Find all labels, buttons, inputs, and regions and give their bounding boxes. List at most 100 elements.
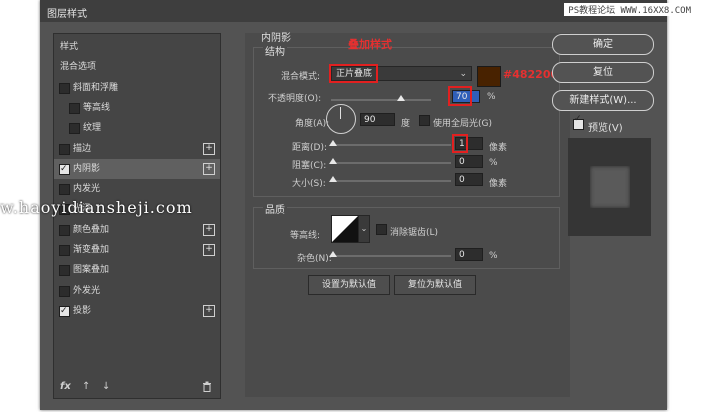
style-list-item[interactable]: 内发光	[54, 179, 220, 199]
choke-input[interactable]: 0	[455, 155, 483, 168]
add-effect-icon[interactable]: +	[203, 223, 215, 236]
style-list-item[interactable]: 斜面和浮雕	[54, 78, 220, 98]
angle-dial[interactable]	[326, 104, 356, 134]
choke-label: 阻塞(C):	[292, 161, 327, 171]
size-slider[interactable]	[331, 180, 451, 182]
style-list-label: 内阴影	[73, 163, 101, 174]
style-list-item[interactable]: 混合选项	[54, 57, 220, 77]
style-list-item[interactable]: 内阴影 +	[54, 158, 220, 179]
reset-default-button[interactable]: 复位为默认值	[394, 275, 476, 295]
move-up-icon[interactable]: ↑	[82, 381, 90, 392]
new-style-button[interactable]: 新建样式(W)...	[552, 90, 654, 111]
distance-slider[interactable]	[331, 144, 451, 146]
style-list-item[interactable]: 颜色叠加 +	[54, 220, 220, 240]
styles-list-toolbar: fx ↑ ↓	[54, 380, 220, 398]
shadow-color-swatch[interactable]	[477, 66, 501, 87]
style-list-label: 投影	[73, 305, 92, 316]
choke-unit: %	[489, 158, 498, 168]
ok-button[interactable]: 确定	[552, 34, 654, 55]
style-list-item[interactable]: 描边 +	[54, 139, 220, 159]
site-watermark-top: PS教程论坛 WWW.16XX8.COM	[564, 3, 695, 16]
style-list-label: 混合选项	[60, 62, 97, 73]
anti-alias-checkbox[interactable]	[376, 224, 387, 235]
style-list-item[interactable]: 纹理	[54, 118, 220, 138]
preview-label: 预览(V)	[588, 123, 623, 134]
site-watermark: w.haoyidiansheji.com	[0, 198, 193, 217]
style-list-label: 纹理	[83, 123, 102, 134]
style-list-label: 渐变叠加	[73, 245, 110, 255]
opacity-label: 不透明度(O):	[268, 94, 322, 104]
quality-title: 品质	[263, 201, 287, 216]
style-list-item[interactable]: 投影 +	[54, 301, 220, 321]
size-slider-thumb[interactable]	[329, 176, 337, 182]
choke-slider[interactable]	[331, 162, 451, 164]
size-input[interactable]: 0	[455, 173, 483, 186]
style-list-item[interactable]: 等高线	[54, 98, 220, 118]
noise-label: 杂色(N):	[297, 254, 332, 264]
blend-mode-label: 混合模式:	[281, 72, 321, 82]
distance-unit: 像素	[489, 143, 508, 153]
noise-slider-thumb[interactable]	[329, 251, 337, 257]
opacity-slider-thumb[interactable]	[397, 95, 405, 101]
inner-shadow-settings: 内阴影 结构 叠加样式 混合模式: 正片叠底 ⌄ #482200 不透明度(O)…	[245, 33, 570, 397]
style-list-label: 图案叠加	[73, 265, 110, 276]
add-effect-icon[interactable]: +	[203, 244, 215, 256]
angle-unit: 度	[401, 119, 411, 129]
set-default-button[interactable]: 设置为默认值	[308, 275, 390, 295]
contour-dropdown-chevron-icon[interactable]: ⌄	[358, 215, 370, 243]
fx-icon[interactable]: fx	[60, 381, 71, 392]
opacity-unit: %	[487, 92, 496, 102]
add-effect-icon[interactable]: +	[203, 304, 215, 317]
add-effect-icon[interactable]: +	[203, 142, 215, 155]
global-light-checkbox[interactable]	[419, 115, 430, 126]
distance-label: 距离(D):	[292, 143, 327, 153]
noise-slider[interactable]	[331, 255, 451, 257]
style-checkbox[interactable]	[59, 245, 70, 256]
global-light-label: 使用全局光(G)	[433, 119, 492, 129]
style-list-item[interactable]: 渐变叠加 +	[54, 240, 220, 260]
highlight-opacity	[448, 86, 472, 106]
style-list-label: 内发光	[73, 184, 101, 195]
angle-dial-needle	[340, 107, 341, 119]
style-list-label: 外发光	[73, 285, 101, 296]
move-down-icon[interactable]: ↓	[102, 381, 110, 392]
choke-slider-thumb[interactable]	[329, 158, 337, 164]
contour-preview-icon	[332, 216, 358, 242]
highlight-blend-mode	[329, 64, 378, 83]
noise-input[interactable]: 0	[455, 248, 483, 261]
preview-checkbox[interactable]	[573, 114, 584, 130]
style-checkbox[interactable]	[59, 301, 70, 321]
style-checkbox[interactable]	[59, 224, 70, 236]
style-preview-swatch	[590, 166, 630, 208]
style-checkbox[interactable]	[69, 123, 80, 135]
style-list-item[interactable]: 图案叠加	[54, 260, 220, 280]
style-preview	[568, 138, 651, 236]
style-checkbox[interactable]	[59, 159, 70, 179]
style-checkbox[interactable]	[59, 265, 70, 277]
highlight-distance	[452, 134, 468, 153]
style-list-label: 等高线	[83, 102, 111, 113]
add-effect-icon[interactable]: +	[203, 162, 215, 175]
style-checkbox[interactable]	[69, 102, 80, 114]
contour-picker[interactable]	[331, 215, 359, 243]
style-list-item[interactable]: 外发光	[54, 281, 220, 301]
distance-slider-thumb[interactable]	[329, 140, 337, 146]
section-title: 内阴影	[261, 33, 291, 44]
style-list-item[interactable]: 样式	[54, 37, 220, 57]
style-checkbox[interactable]	[59, 143, 70, 155]
style-list-label: 样式	[60, 42, 79, 52]
style-checkbox[interactable]	[59, 82, 70, 94]
chevron-down-icon: ⌄	[459, 69, 467, 79]
window-title: 图层样式	[47, 9, 87, 20]
style-checkbox[interactable]	[59, 285, 70, 297]
reset-button[interactable]: 复位	[552, 62, 654, 83]
angle-input[interactable]: 90	[360, 113, 395, 126]
opacity-slider[interactable]	[331, 99, 431, 101]
style-checkbox[interactable]	[59, 184, 70, 196]
anti-alias-label: 消除锯齿(L)	[390, 228, 439, 238]
contour-label: 等高线:	[290, 231, 321, 241]
trash-icon[interactable]	[202, 381, 212, 395]
size-unit: 像素	[489, 179, 508, 189]
style-list-label: 颜色叠加	[73, 224, 110, 235]
noise-unit: %	[489, 251, 498, 261]
